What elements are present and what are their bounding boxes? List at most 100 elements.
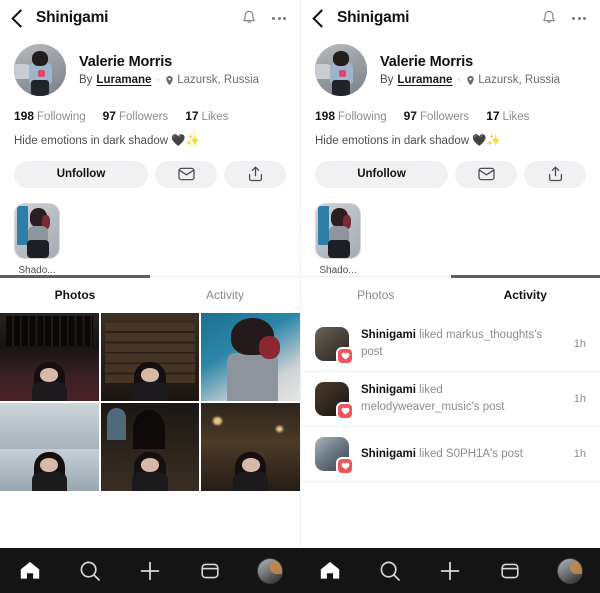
action-buttons: Unfollow xyxy=(301,149,600,188)
story-highlights: Shado... xyxy=(301,188,600,276)
display-name: Valerie Morris xyxy=(79,53,173,70)
stat-followers[interactable]: 97 Followers xyxy=(103,109,169,123)
stat-following[interactable]: 198 Following xyxy=(315,109,387,123)
nav-search[interactable] xyxy=(70,548,110,593)
story-highlight-label: Shado... xyxy=(319,264,357,276)
stat-following[interactable]: 198 Following xyxy=(14,109,86,123)
photo-cell[interactable] xyxy=(201,402,300,491)
byline: By Luramane · Lazursk, Russia xyxy=(380,74,560,88)
avatar-layer xyxy=(332,80,350,96)
chevron-left-icon[interactable] xyxy=(312,8,331,28)
photo-cell[interactable] xyxy=(0,402,99,491)
profile-meta: Valerie Morris By Luramane · Lazursk, Ru… xyxy=(380,53,560,88)
story-highlights: Shado... xyxy=(0,188,300,276)
tab-activity[interactable]: Activity xyxy=(451,277,600,313)
ellipsis-icon[interactable] xyxy=(572,13,586,24)
bell-icon[interactable] xyxy=(540,9,558,27)
avatar[interactable] xyxy=(315,381,354,420)
dot xyxy=(272,16,275,20)
tab-photos[interactable]: Photos xyxy=(0,277,150,313)
photo-detail xyxy=(106,408,127,440)
photo-detail xyxy=(133,409,165,449)
story-highlight[interactable]: Shado... xyxy=(315,202,361,276)
avatar[interactable] xyxy=(315,44,367,96)
photo-subject xyxy=(132,381,168,401)
nav-create[interactable] xyxy=(430,548,470,593)
chevron-left-icon[interactable] xyxy=(11,8,30,28)
avatar[interactable] xyxy=(14,44,66,96)
photo-cell[interactable] xyxy=(100,312,200,401)
photo-subject xyxy=(258,335,281,359)
photo-cell[interactable] xyxy=(100,402,200,491)
avatar[interactable] xyxy=(315,326,354,365)
nav-search[interactable] xyxy=(370,548,410,593)
photo-subject xyxy=(31,381,68,401)
display-name: Valerie Morris xyxy=(380,53,474,70)
avatar[interactable] xyxy=(315,436,354,475)
heart-glyph xyxy=(341,352,349,360)
stats-row: 198 Following 97 Followers 17 Likes xyxy=(301,96,600,123)
avatar-layer xyxy=(38,70,46,78)
photo-detail xyxy=(213,417,223,425)
photo-subject xyxy=(226,353,279,401)
author-link[interactable]: Luramane xyxy=(96,74,151,88)
activity-item[interactable]: Shinigami liked S0PH1A's post 1h xyxy=(301,427,600,482)
heart-icon xyxy=(336,346,354,365)
separator: · xyxy=(457,73,462,86)
page-title: Shinigami xyxy=(337,9,410,27)
photo-cell[interactable] xyxy=(201,312,300,401)
stat-followers[interactable]: 97 Followers xyxy=(404,109,470,123)
share-up-icon xyxy=(548,166,562,182)
unfollow-button[interactable]: Unfollow xyxy=(315,160,448,188)
activity-text: Shinigami liked S0PH1A's post xyxy=(361,446,564,463)
stat-value: 17 xyxy=(185,109,199,123)
dot xyxy=(583,16,586,20)
tab-photos[interactable]: Photos xyxy=(301,277,451,313)
stat-likes[interactable]: 17 Likes xyxy=(185,109,228,123)
avatar-layer xyxy=(269,560,282,575)
tab-bar: Photos Activity xyxy=(0,274,300,313)
nav-home[interactable] xyxy=(10,548,50,593)
tab-active-indicator xyxy=(0,274,150,278)
activity-item[interactable]: Shinigami liked melodyweaver_music's pos… xyxy=(301,372,600,427)
nav-create[interactable] xyxy=(130,548,170,593)
message-button[interactable] xyxy=(155,160,217,188)
panel-photos-tab: Shinigami Valerie Morris By Luramane · L… xyxy=(0,0,300,593)
search-icon xyxy=(380,561,400,581)
activity-text: Shinigami liked melodyweaver_music's pos… xyxy=(361,382,564,415)
photo-cell[interactable] xyxy=(0,312,99,401)
tab-activity[interactable]: Activity xyxy=(150,277,300,313)
story-highlight[interactable]: Shado... xyxy=(14,202,60,276)
nav-inbox[interactable] xyxy=(490,548,530,593)
location-text: Lazursk, Russia xyxy=(177,73,260,86)
location-pin-icon xyxy=(166,75,173,86)
heart-glyph xyxy=(341,407,349,415)
page-title: Shinigami xyxy=(36,9,109,27)
ellipsis-icon[interactable] xyxy=(272,13,286,24)
activity-actor: Shinigami xyxy=(361,447,416,460)
nav-inbox[interactable] xyxy=(190,548,230,593)
stat-likes[interactable]: 17 Likes xyxy=(486,109,529,123)
thumb-layer xyxy=(27,239,50,258)
inbox-icon xyxy=(201,563,219,578)
share-button[interactable] xyxy=(224,160,286,188)
tab-active-indicator xyxy=(450,274,600,278)
activity-time: 1h xyxy=(573,337,586,350)
bell-icon[interactable] xyxy=(240,9,258,27)
nav-profile[interactable] xyxy=(550,548,590,593)
activity-time: 1h xyxy=(573,447,586,460)
activity-item[interactable]: Shinigami liked markus_thoughts's post 1… xyxy=(301,317,600,372)
author-link[interactable]: Luramane xyxy=(397,74,452,88)
nav-home[interactable] xyxy=(310,548,350,593)
tabs-wrapper: Photos Activity xyxy=(301,274,600,313)
unfollow-label: Unfollow xyxy=(357,168,406,181)
photo-subject xyxy=(40,458,59,472)
nav-profile[interactable] xyxy=(250,548,290,593)
profile-meta: Valerie Morris By Luramane · Lazursk, Ru… xyxy=(79,53,259,88)
share-button[interactable] xyxy=(524,160,586,188)
unfollow-button[interactable]: Unfollow xyxy=(14,160,148,188)
profile-avatar-icon xyxy=(257,557,283,584)
message-button[interactable] xyxy=(455,160,517,188)
thumb-layer xyxy=(16,206,29,245)
story-highlight-thumb xyxy=(315,202,361,259)
